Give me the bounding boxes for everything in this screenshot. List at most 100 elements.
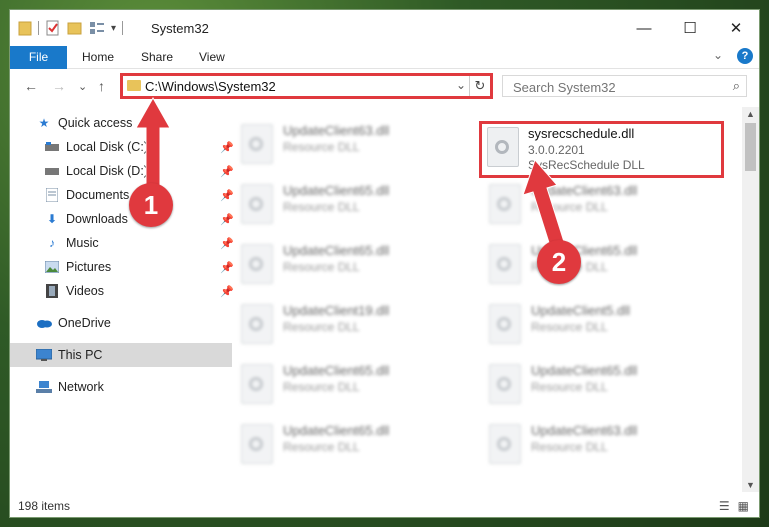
- toolbar-divider: [122, 21, 124, 35]
- file-description: Resource DLL: [283, 260, 360, 274]
- vertical-scrollbar[interactable]: ▲ ▼: [742, 107, 759, 492]
- large-icons-view-icon[interactable]: ▦: [738, 499, 749, 513]
- dll-file-icon: [489, 184, 521, 224]
- dll-file-icon: [241, 184, 273, 224]
- sidebar-item-label: Local Disk (D:): [66, 164, 148, 178]
- back-arrow-icon[interactable]: ←: [24, 78, 38, 94]
- file-description: Resource DLL: [283, 140, 360, 154]
- dll-file-icon: [489, 244, 521, 284]
- tab-view[interactable]: View: [199, 46, 225, 68]
- search-box[interactable]: ⌕: [502, 75, 747, 97]
- address-dropdown-icon[interactable]: ⌄: [456, 78, 466, 92]
- sidebar-item-pictures[interactable]: Pictures 📌: [10, 255, 240, 279]
- navigation-pane: ★ Quick access Local Disk (C:) 📌 Local D…: [10, 107, 234, 492]
- sidebar-item-local-disk-c[interactable]: Local Disk (C:) 📌: [10, 135, 240, 159]
- recent-locations-icon[interactable]: ⌄: [78, 80, 87, 93]
- network-icon: [36, 379, 52, 395]
- file-name: UpdateClient63.dll: [531, 423, 638, 438]
- file-description: Resource DLL: [531, 200, 608, 214]
- pictures-icon: [44, 259, 60, 275]
- quick-access-toolbar: ▾: [18, 19, 124, 37]
- properties-icon[interactable]: [45, 20, 61, 36]
- sidebar-item-label: This PC: [58, 348, 103, 362]
- sidebar-item-label: Network: [58, 380, 104, 394]
- list-item[interactable]: UpdateClient65.dll Resource DLL: [481, 238, 716, 288]
- file-description: Resource DLL: [283, 200, 360, 214]
- close-button[interactable]: ✕: [713, 10, 759, 46]
- tab-home[interactable]: Home: [82, 46, 114, 68]
- file-name: UpdateClient65.dll: [283, 423, 390, 438]
- sidebar-item-music[interactable]: ♪ Music 📌: [10, 231, 240, 255]
- sidebar-item-label: Documents: [66, 188, 130, 202]
- list-item[interactable]: UpdateClient5.dll Resource DLL: [481, 298, 716, 348]
- sidebar-item-label: Pictures: [66, 260, 112, 274]
- sidebar-item-onedrive[interactable]: OneDrive: [10, 311, 232, 335]
- file-description: Resource DLL: [283, 380, 360, 394]
- file-description: SysRecSchedule DLL: [528, 158, 645, 172]
- file-description: Resource DLL: [531, 380, 608, 394]
- file-name: UpdateClient5.dll: [531, 303, 631, 318]
- details-view-icon[interactable]: ☰: [719, 499, 730, 513]
- sidebar-item-label: Quick access: [58, 116, 133, 130]
- navigation-bar: ← → ⌄ ↑ C:\Windows\System32 ⌄ ↻ ⌕: [10, 69, 759, 105]
- sidebar-item-documents[interactable]: Documents 📌: [10, 183, 240, 207]
- file-version: 3.0.0.2201: [528, 143, 585, 157]
- new-folder-icon[interactable]: [67, 20, 83, 36]
- scroll-up-icon[interactable]: ▲: [742, 109, 759, 119]
- download-icon: ⬇: [46, 212, 58, 226]
- list-item[interactable]: UpdateClient65.dll Resource DLL: [233, 238, 468, 288]
- minimize-button[interactable]: —: [621, 10, 667, 46]
- sidebar-item-label: Videos: [66, 284, 104, 298]
- sidebar-item-downloads[interactable]: ⬇ Downloads 📌: [10, 207, 240, 231]
- address-path[interactable]: C:\Windows\System32: [145, 79, 276, 94]
- sidebar-item-label: Local Disk (C:): [66, 140, 148, 154]
- list-item[interactable]: UpdateClient19.dll Resource DLL: [233, 298, 468, 348]
- customize-view-icon[interactable]: [89, 20, 105, 36]
- view-toggles: ☰ ▦: [719, 499, 749, 513]
- search-icon[interactable]: ⌕: [733, 78, 740, 94]
- step-badge-2: 2: [537, 240, 581, 284]
- sidebar-item-videos[interactable]: Videos 📌: [10, 279, 240, 303]
- sidebar-item-quick-access[interactable]: ★ Quick access: [10, 111, 232, 135]
- help-icon[interactable]: ?: [737, 48, 753, 64]
- qat-dropdown-icon[interactable]: ▾: [111, 23, 116, 34]
- expand-ribbon-icon[interactable]: ⌄: [713, 48, 723, 64]
- folder-icon: [127, 80, 141, 91]
- list-item[interactable]: UpdateClient65.dll Resource DLL: [233, 418, 468, 468]
- title-bar: ▾ System32 — ☐ ✕: [10, 10, 759, 46]
- toolbar-divider: [38, 21, 39, 35]
- dll-file-icon: [241, 424, 273, 464]
- list-item[interactable]: UpdateClient63.dll Resource DLL: [233, 118, 468, 168]
- list-item[interactable]: UpdateClient65.dll Resource DLL: [233, 178, 468, 228]
- file-name: UpdateClient65.dll: [531, 363, 638, 378]
- sidebar-item-network[interactable]: Network: [10, 375, 232, 399]
- star-icon: ★: [38, 116, 50, 130]
- list-item[interactable]: UpdateClient63.dll Resource DLL: [481, 178, 716, 228]
- dll-file-icon: [241, 124, 273, 164]
- dll-file-icon: [489, 304, 521, 344]
- list-item[interactable]: UpdateClient65.dll Resource DLL: [481, 358, 716, 408]
- forward-arrow-icon[interactable]: →: [52, 78, 66, 94]
- sidebar-item-label: Music: [66, 236, 99, 250]
- file-name: sysrecschedule.dll: [528, 126, 635, 141]
- scroll-thumb[interactable]: [745, 123, 756, 171]
- refresh-icon[interactable]: ↻: [469, 76, 490, 96]
- sidebar-item-this-pc[interactable]: This PC: [10, 343, 232, 367]
- scroll-down-icon[interactable]: ▼: [742, 480, 759, 490]
- sidebar-item-local-disk-d[interactable]: Local Disk (D:) 📌: [10, 159, 240, 183]
- file-description: Resource DLL: [283, 320, 360, 334]
- list-item[interactable]: UpdateClient63.dll Resource DLL: [481, 418, 716, 468]
- list-item-highlighted[interactable]: sysrecschedule.dll 3.0.0.2201 SysRecSche…: [479, 121, 724, 178]
- address-bar[interactable]: C:\Windows\System32 ⌄ ↻: [120, 73, 493, 99]
- tab-share[interactable]: Share: [141, 46, 173, 68]
- search-input[interactable]: [511, 77, 730, 97]
- ribbon-tabs: File Home Share View ⌄ ?: [10, 46, 759, 96]
- up-arrow-icon[interactable]: ↑: [98, 78, 105, 94]
- music-icon: ♪: [49, 236, 55, 250]
- ribbon-controls: ⌄ ?: [713, 48, 753, 64]
- list-item[interactable]: UpdateClient65.dll Resource DLL: [233, 358, 468, 408]
- sidebar-item-label: Downloads: [66, 212, 128, 226]
- step-badge-1: 1: [129, 183, 173, 227]
- maximize-button[interactable]: ☐: [667, 10, 713, 46]
- file-name: UpdateClient65.dll: [283, 243, 390, 258]
